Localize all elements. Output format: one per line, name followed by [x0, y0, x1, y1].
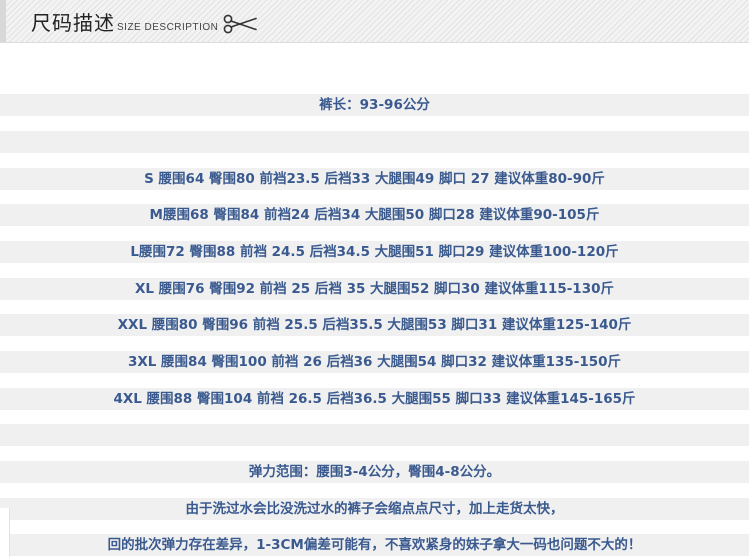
section-header: 尺码描述 SIZE DESCRIPTION	[0, 0, 749, 43]
header-left-bar	[0, 0, 6, 42]
size-row-l: L腰围72 臀围88 前裆 24.5 后裆34.5 大腿围51 脚口29 建议体…	[130, 244, 619, 260]
section-title: 尺码描述	[31, 11, 115, 35]
section-subtitle: SIZE DESCRIPTION	[117, 22, 219, 33]
size-row-s: S 腰围64 臀围80 前裆23.5 后裆33 大腿围49 脚口 27 建议体重…	[144, 171, 605, 187]
note-line-1: 由于洗过水会比没洗过水的裤子会缩点点尺寸，加上走货太快，	[185, 501, 564, 517]
pants-length: 裤长：93-96公分	[319, 97, 430, 113]
size-row-xl: XL 腰围76 臀围92 前裆 25 后裆 35 大腿围52 脚口30 建议体重…	[135, 281, 614, 297]
size-description-page: 尺码描述 SIZE DESCRIPTION 裤长：93-96公分 S 腰围64 …	[0, 0, 749, 557]
elasticity-range: 弹力范围：腰围3-4公分，臀围4-8公分。	[248, 464, 501, 480]
stripe	[0, 131, 749, 153]
note-line-2: 回的批次弹力存在差异，1-3CM偏差可能有，不喜欢紧身的妹子拿大一码也问题不大的…	[107, 537, 642, 553]
scissors-icon	[223, 14, 257, 34]
size-row-4xl: 4XL 腰围88 臀围104 前裆 26.5 后裆36.5 大腿围55 脚口33…	[113, 391, 636, 407]
left-edge-panel	[0, 508, 10, 557]
size-row-m: M腰围68 臀围84 前裆24 后裆34 大腿围50 脚口28 建议体重90-1…	[149, 207, 600, 223]
size-row-xxl: XXL 腰围80 臀围96 前裆 25.5 后裆35.5 大腿围53 脚口31 …	[117, 317, 632, 333]
size-row-3xl: 3XL 腰围84 臀围100 前裆 26 后裆36 大腿围54 脚口32 建议体…	[127, 354, 622, 370]
stripe	[0, 424, 749, 446]
